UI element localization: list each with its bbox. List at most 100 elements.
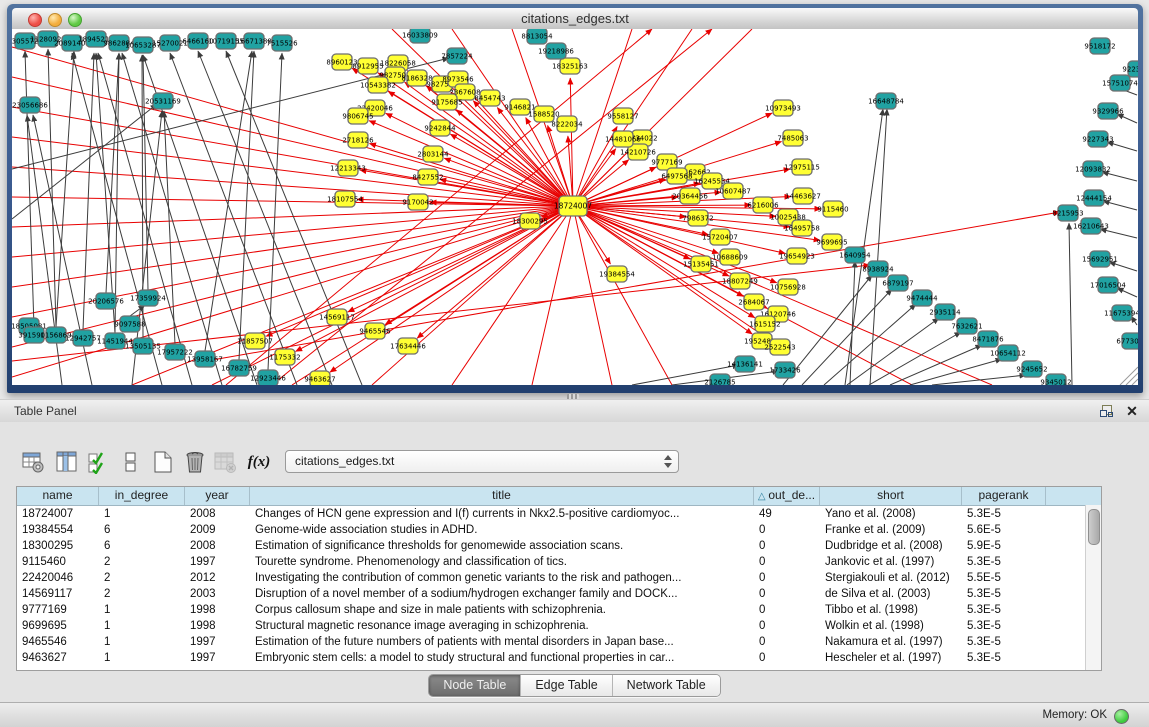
cell-in_degree[interactable]: 2 bbox=[99, 570, 185, 586]
graph-node[interactable]: 16648784 bbox=[868, 93, 904, 109]
close-panel-icon[interactable]: ✕ bbox=[1124, 402, 1140, 420]
graph-node[interactable]: 12213343 bbox=[330, 160, 366, 176]
window-titlebar[interactable]: citations_edges.txt bbox=[12, 8, 1138, 30]
cell-in_degree[interactable]: 1 bbox=[99, 618, 185, 634]
unselect-all-rows-button[interactable] bbox=[118, 449, 144, 475]
cell-in_degree[interactable]: 6 bbox=[99, 522, 185, 538]
graph-node[interactable]: 16210643 bbox=[1073, 218, 1109, 234]
cell-out_degree[interactable]: 0 bbox=[754, 538, 820, 554]
cell-pagerank[interactable]: 5.6E-5 bbox=[962, 522, 1046, 538]
cell-name[interactable]: 9777169 bbox=[17, 602, 99, 618]
cell-name[interactable]: 18724007 bbox=[17, 506, 99, 522]
column-header-name[interactable]: name bbox=[17, 487, 99, 505]
cell-in_degree[interactable]: 1 bbox=[99, 602, 185, 618]
cell-in_degree[interactable]: 6 bbox=[99, 538, 185, 554]
scrollbar-thumb[interactable] bbox=[1088, 509, 1100, 545]
column-header-title[interactable]: title bbox=[250, 487, 754, 505]
cell-out_degree[interactable]: 0 bbox=[754, 634, 820, 650]
cell-out_degree[interactable]: 0 bbox=[754, 586, 820, 602]
cell-name[interactable]: 19384554 bbox=[17, 522, 99, 538]
graph-node[interactable]: 23056686 bbox=[12, 97, 48, 113]
cell-year[interactable]: 1997 bbox=[185, 634, 250, 650]
cell-short[interactable]: Jankovic et al. (1997) bbox=[820, 554, 962, 570]
table-selector[interactable]: citations_edges.txt bbox=[285, 450, 679, 473]
graph-node[interactable]: 8215953 bbox=[1052, 205, 1083, 221]
column-header-year[interactable]: year bbox=[185, 487, 250, 505]
graph-node[interactable]: 6216006 bbox=[747, 197, 779, 213]
cell-pagerank[interactable]: 5.9E-5 bbox=[962, 538, 1046, 554]
cell-title[interactable]: Structural magnetic resonance image aver… bbox=[250, 618, 754, 634]
cell-pagerank[interactable]: 5.3E-5 bbox=[962, 650, 1046, 666]
cell-title[interactable]: Estimation of the future numbers of pati… bbox=[250, 634, 754, 650]
cell-year[interactable]: 2009 bbox=[185, 522, 250, 538]
graph-node[interactable]: 9474444 bbox=[906, 290, 938, 306]
graph-node[interactable]: 7632621 bbox=[951, 318, 982, 334]
network-canvas[interactable]: 8960123891295518226058982750310543382818… bbox=[12, 29, 1138, 385]
cell-pagerank[interactable]: 5.5E-5 bbox=[962, 570, 1046, 586]
cell-pagerank[interactable]: 5.3E-5 bbox=[962, 506, 1046, 522]
graph-node[interactable]: 14136141 bbox=[727, 356, 763, 372]
graph-node[interactable]: 17016504 bbox=[1090, 277, 1126, 293]
graph-node[interactable]: 9097588 bbox=[114, 316, 145, 332]
cell-short[interactable]: Stergiakouli et al. (2012) bbox=[820, 570, 962, 586]
table-row[interactable]: 1938455462009Genome-wide association stu… bbox=[17, 522, 1101, 538]
cell-title[interactable]: Investigating the contribution of common… bbox=[250, 570, 754, 586]
cell-year[interactable]: 1998 bbox=[185, 618, 250, 634]
show-columns-button[interactable] bbox=[54, 449, 80, 475]
graph-node[interactable]: 8938924 bbox=[862, 261, 894, 277]
graph-node[interactable]: 18724007 bbox=[554, 196, 592, 216]
cell-short[interactable]: Franke et al. (2009) bbox=[820, 522, 962, 538]
cell-short[interactable]: Tibbo et al. (1998) bbox=[820, 602, 962, 618]
cell-name[interactable]: 14569117 bbox=[17, 586, 99, 602]
cell-short[interactable]: Yano et al. (2008) bbox=[820, 506, 962, 522]
graph-node[interactable]: 19654923 bbox=[779, 248, 815, 264]
cell-in_degree[interactable]: 2 bbox=[99, 586, 185, 602]
graph-node[interactable]: 12444154 bbox=[1076, 190, 1112, 206]
graph-node[interactable]: 17634446 bbox=[390, 338, 426, 354]
table-row[interactable]: 946362711997Embryonic stem cells: a mode… bbox=[17, 650, 1101, 666]
cell-title[interactable]: Genome-wide association studies in ADHD. bbox=[250, 522, 754, 538]
cell-title[interactable]: Tourette syndrome. Phenomenology and cla… bbox=[250, 554, 754, 570]
column-header-pagerank[interactable]: pagerank bbox=[962, 487, 1046, 505]
graph-node[interactable]: 12093832 bbox=[1075, 161, 1111, 177]
delete-entries-trash-button[interactable] bbox=[182, 449, 208, 475]
graph-node[interactable]: 20531169 bbox=[145, 93, 181, 109]
new-document-button[interactable] bbox=[150, 449, 176, 475]
cell-in_degree[interactable]: 2 bbox=[99, 554, 185, 570]
cell-pagerank[interactable]: 5.3E-5 bbox=[962, 602, 1046, 618]
cell-pagerank[interactable]: 5.3E-5 bbox=[962, 634, 1046, 650]
graph-node[interactable]: 9115460 bbox=[817, 201, 848, 217]
cell-in_degree[interactable]: 1 bbox=[99, 506, 185, 522]
graph-node[interactable]: 8471876 bbox=[972, 331, 1004, 347]
cell-out_degree[interactable]: 0 bbox=[754, 522, 820, 538]
cell-name[interactable]: 9115460 bbox=[17, 554, 99, 570]
float-panel-icon[interactable] bbox=[1100, 405, 1112, 417]
cell-out_degree[interactable]: 0 bbox=[754, 602, 820, 618]
graph-node[interactable]: 9345012 bbox=[1040, 374, 1071, 385]
cell-year[interactable]: 2003 bbox=[185, 586, 250, 602]
graph-node[interactable]: 14463627 bbox=[785, 188, 821, 204]
graph-node[interactable]: 9227343 bbox=[1082, 131, 1113, 147]
cell-name[interactable]: 22420046 bbox=[17, 570, 99, 586]
cell-year[interactable]: 1998 bbox=[185, 602, 250, 618]
cell-title[interactable]: Embryonic stem cells: a model to study s… bbox=[250, 650, 754, 666]
table-vertical-scrollbar[interactable] bbox=[1085, 505, 1101, 670]
table-row[interactable]: 946554611997Estimation of the future num… bbox=[17, 634, 1101, 650]
cell-out_degree[interactable]: 0 bbox=[754, 570, 820, 586]
graph-node[interactable]: 7857224 bbox=[441, 48, 473, 64]
table-row[interactable]: 1456911722003Disruption of a novel membe… bbox=[17, 586, 1101, 602]
cell-name[interactable]: 9465546 bbox=[17, 634, 99, 650]
graph-node[interactable]: 6879197 bbox=[882, 275, 913, 291]
cell-title[interactable]: Changes of HCN gene expression and I(f) … bbox=[250, 506, 754, 522]
graph-node[interactable]: 9518172 bbox=[1084, 38, 1115, 54]
table-row[interactable]: 1872400712008Changes of HCN gene express… bbox=[17, 506, 1101, 522]
column-header-in_degree[interactable]: in_degree bbox=[99, 487, 185, 505]
cell-out_degree[interactable]: 0 bbox=[754, 618, 820, 634]
cell-title[interactable]: Corpus callosum shape and size in male p… bbox=[250, 602, 754, 618]
cell-out_degree[interactable]: 49 bbox=[754, 506, 820, 522]
cell-year[interactable]: 2008 bbox=[185, 506, 250, 522]
graph-node[interactable]: 16033809 bbox=[402, 29, 438, 43]
cell-out_degree[interactable]: 0 bbox=[754, 554, 820, 570]
cell-in_degree[interactable]: 1 bbox=[99, 634, 185, 650]
cell-out_degree[interactable]: 0 bbox=[754, 650, 820, 666]
